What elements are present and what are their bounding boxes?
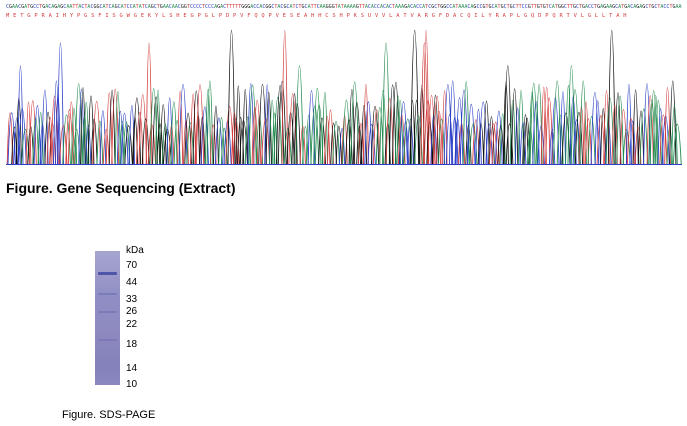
trace-peak <box>607 30 616 165</box>
figure-caption-sds-page: Figure. SDS-PAGE <box>62 409 156 421</box>
marker-22: 22 <box>126 319 138 330</box>
marker-44: 44 <box>126 277 138 288</box>
protein-sequence: METGPRAIHYPGSFISGWGEKYLSHEGPGLPDPVFQQPVE… <box>6 13 631 19</box>
gel-band <box>98 311 117 313</box>
marker-33: 33 <box>126 294 138 305</box>
trace-peak <box>281 30 289 165</box>
marker-70: 70 <box>126 260 138 271</box>
gel-band <box>98 339 117 341</box>
marker-14: 14 <box>126 363 138 374</box>
sds-page-gel-lane <box>95 251 120 385</box>
gel-band <box>98 293 117 295</box>
trace-peak <box>247 83 255 165</box>
gel-band <box>98 272 117 275</box>
marker-18: 18 <box>126 339 138 350</box>
trace-peak <box>178 84 188 165</box>
marker-10: 10 <box>126 379 138 390</box>
marker-26: 26 <box>126 306 138 317</box>
gel-unit-label: kDa <box>126 245 144 256</box>
trace-peak <box>625 84 632 165</box>
chromatogram <box>6 30 682 165</box>
dna-base-calls: CGAACGATGCCTGACAGAGCAATTACTACGGCATCAGCAT… <box>6 4 682 10</box>
trace-peak <box>159 104 167 165</box>
figure-caption-gene-sequencing: Figure. Gene Sequencing (Extract) <box>6 180 236 196</box>
